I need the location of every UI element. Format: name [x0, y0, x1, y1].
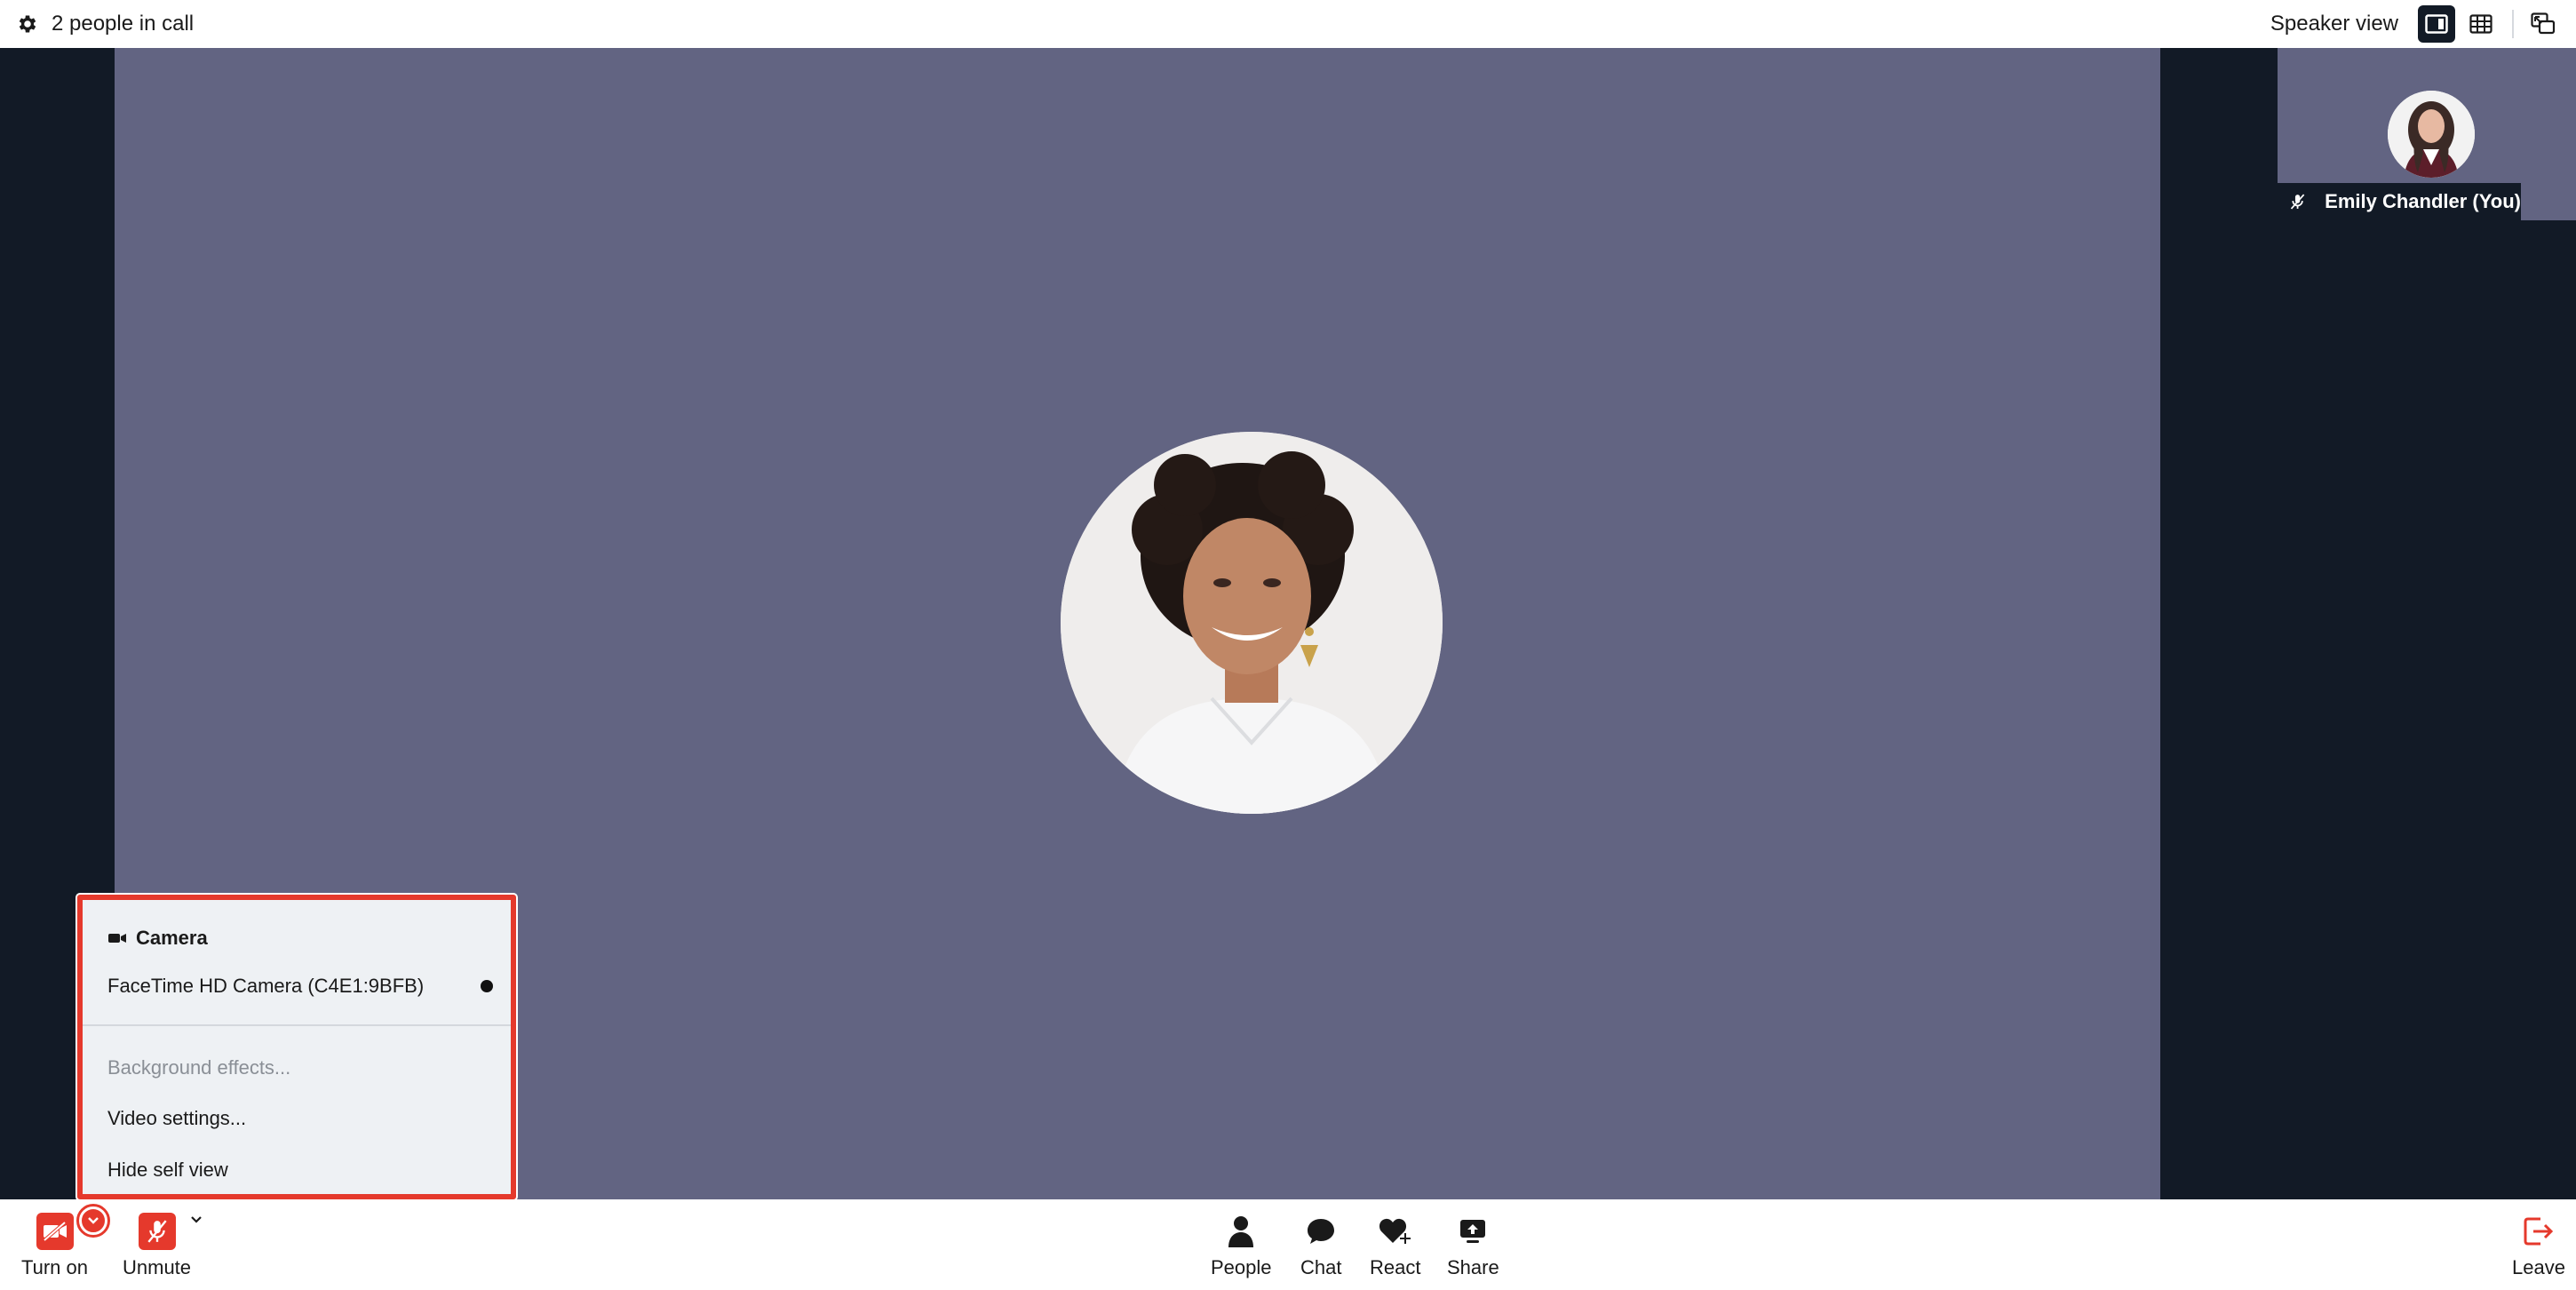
heart-plus-icon: [1379, 1218, 1411, 1245]
mic-off-icon: [2290, 194, 2305, 210]
menu-divider: [83, 1024, 511, 1026]
chat-bubble-icon: [1308, 1219, 1335, 1244]
picture-in-picture-icon: [2531, 12, 2556, 35]
hide-self-view-item[interactable]: Hide self view: [107, 1159, 228, 1182]
picture-in-picture-button[interactable]: [2524, 5, 2562, 43]
camera-options-toggle[interactable]: [76, 1204, 110, 1238]
chat-button-label: Chat: [1300, 1256, 1342, 1278]
self-name-text: Emily Chandler (You): [2325, 190, 2521, 212]
speaker-avatar: [1061, 432, 1443, 814]
camera-device-label: FaceTime HD Camera (C4E1:9BFB): [107, 975, 425, 997]
mic-button-label: Unmute: [123, 1256, 192, 1278]
camera-menu-title: Camera: [136, 927, 208, 949]
people-button-label: People: [1211, 1256, 1272, 1278]
camera-menu: Camera FaceTime HD Camera (C4E1:9BFB) Ba…: [77, 895, 516, 1199]
mic-options-chevron-icon[interactable]: [189, 1214, 203, 1230]
leave-door-icon: [2524, 1217, 2554, 1246]
selected-radio-icon: [481, 980, 493, 992]
camera-button[interactable]: Turn on: [21, 1212, 88, 1279]
person-icon: [1228, 1216, 1254, 1247]
video-camera-icon: [108, 934, 126, 943]
react-button[interactable]: React: [1370, 1212, 1420, 1279]
share-screen-icon: [1460, 1220, 1486, 1243]
people-button[interactable]: People: [1211, 1212, 1272, 1279]
grid-view-button[interactable]: [2462, 5, 2500, 43]
react-button-label: React: [1370, 1256, 1421, 1278]
camera-button-label: Turn on: [21, 1256, 89, 1278]
view-mode-label: Speaker view: [2270, 12, 2398, 36]
speaker-view-icon: [2425, 14, 2448, 34]
gear-icon[interactable]: [14, 11, 41, 37]
self-avatar: [2388, 91, 2475, 178]
mic-off-icon: [138, 1213, 176, 1250]
leave-button[interactable]: Leave: [2512, 1212, 2565, 1279]
self-view-tile: Emily Chandler (You): [2278, 48, 2576, 220]
bottom-toolbar: Turn on Unmute People Chat React Share L…: [0, 1199, 2576, 1290]
share-button-label: Share: [1447, 1256, 1499, 1278]
background-effects-item: Background effects...: [107, 1056, 291, 1079]
camera-menu-header: Camera: [107, 927, 208, 950]
camera-off-icon: [36, 1213, 74, 1250]
video-settings-item[interactable]: Video settings...: [107, 1107, 246, 1130]
participants-count: 2 people in call: [52, 12, 195, 36]
chevron-down-icon: [88, 1217, 99, 1224]
toolbar-divider: [2512, 10, 2514, 38]
grid-view-icon: [2469, 14, 2493, 34]
camera-device-option[interactable]: FaceTime HD Camera (C4E1:9BFB): [107, 975, 498, 998]
self-name-label: Emily Chandler (You): [2278, 183, 2521, 220]
leave-button-label: Leave: [2512, 1256, 2565, 1278]
speaker-view-button[interactable]: [2418, 5, 2455, 43]
mic-button[interactable]: Unmute: [123, 1212, 191, 1279]
share-button[interactable]: Share: [1447, 1212, 1499, 1279]
top-bar: 2 people in call Speaker view: [0, 0, 2576, 48]
chat-button[interactable]: Chat: [1300, 1212, 1341, 1279]
